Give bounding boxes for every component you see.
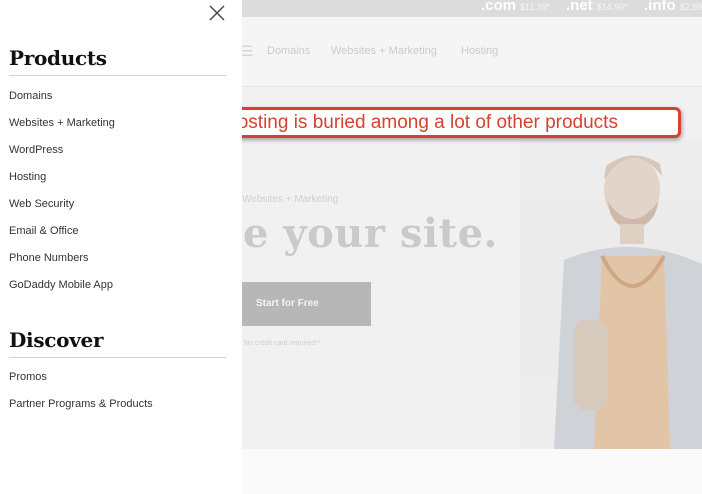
close-icon <box>209 5 225 21</box>
tld-price: $2.99* <box>679 2 702 12</box>
tld-name: .info <box>644 0 676 14</box>
menu-item-hosting[interactable]: Hosting <box>9 171 46 183</box>
menu-item-promos[interactable]: Promos <box>9 371 47 383</box>
nav-link-domains: Domains <box>267 45 311 57</box>
nav-link-websites-marketing: Websites + Marketing <box>331 45 437 57</box>
discover-heading: Discover <box>9 328 104 352</box>
tld-promo-com: .com $11.99* <box>481 0 550 15</box>
start-for-free-button: Start for Free <box>242 282 371 326</box>
hamburger-menu-icon: ☰ <box>241 43 254 59</box>
divider <box>9 75 226 76</box>
hero-photo-chef <box>520 140 702 449</box>
tld-promo-info: .info$2.99* <box>644 0 702 15</box>
menu-item-web-security[interactable]: Web Security <box>9 198 74 210</box>
menu-item-websites-marketing[interactable]: Websites + Marketing <box>9 117 115 129</box>
navigation-drawer: Products Domains Websites + Marketing Wo… <box>0 0 242 494</box>
hero-breadcrumb: Websites + Marketing <box>242 194 339 205</box>
close-button[interactable] <box>206 2 228 24</box>
divider <box>9 357 226 358</box>
tld-name: .net <box>566 0 593 14</box>
annotation-callout: Hosting is buried among a lot of other p… <box>214 107 681 138</box>
menu-item-phone-numbers[interactable]: Phone Numbers <box>9 252 89 264</box>
menu-item-godaddy-mobile-app[interactable]: GoDaddy Mobile App <box>9 279 113 291</box>
menu-item-email-office[interactable]: Email & Office <box>9 225 79 237</box>
hero-headline: e your site. <box>243 210 498 257</box>
tld-price: $14.99* <box>596 2 628 12</box>
menu-item-wordpress[interactable]: WordPress <box>9 144 63 156</box>
menu-item-domains[interactable]: Domains <box>9 90 52 102</box>
menu-item-partner-programs[interactable]: Partner Programs & Products <box>9 398 153 410</box>
tld-price: $11.99* <box>520 2 551 12</box>
tld-name: .com <box>481 0 517 14</box>
products-heading: Products <box>9 46 107 70</box>
nav-link-hosting: Hosting <box>461 45 499 57</box>
hero-fine-print: No credit card required** <box>244 340 321 347</box>
tld-promo-net: .net $14.99* <box>566 0 628 15</box>
